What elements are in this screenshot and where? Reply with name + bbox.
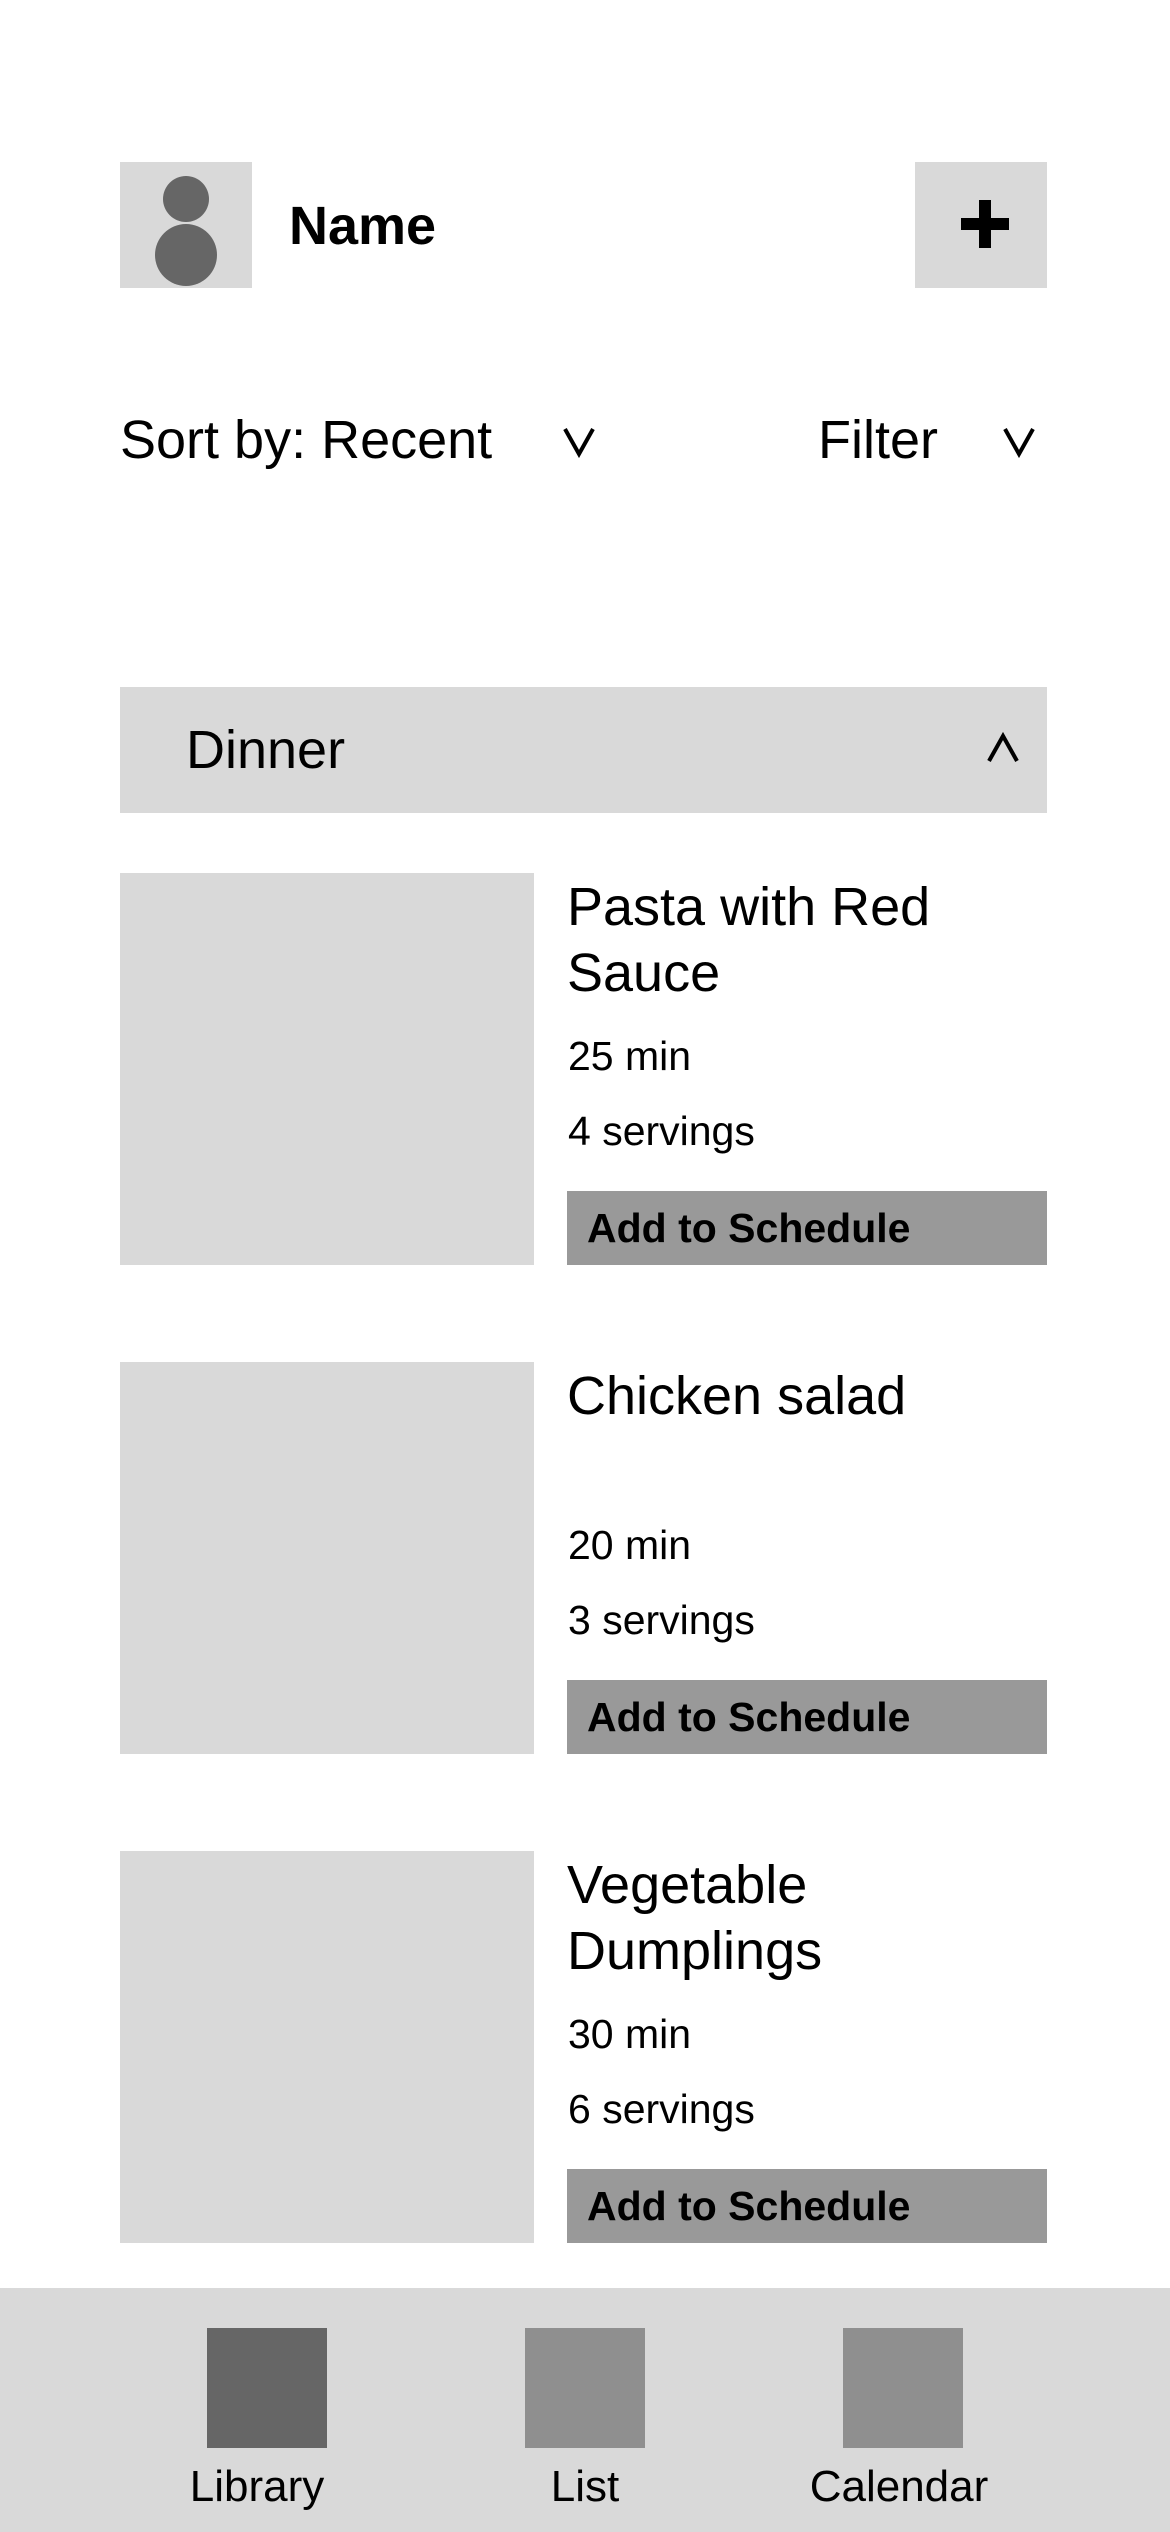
recipe-time: 30 min [568,2011,692,2057]
avatar-head [163,176,209,222]
recipe-image[interactable] [120,873,534,1265]
nav-item-library[interactable]: Library [107,2460,407,2514]
avatar-body [155,224,217,286]
add-recipe-button[interactable] [915,162,1047,288]
add-to-schedule-button[interactable]: Add to Schedule [567,1191,1047,1265]
chevron-down-icon[interactable] [562,424,596,458]
recipe-image[interactable] [120,1362,534,1754]
bottom-nav: Library List Calendar [0,2288,1170,2532]
recipe-time: 20 min [568,1522,692,1568]
calendar-icon[interactable] [843,2328,963,2448]
library-icon[interactable] [207,2328,327,2448]
recipe-title[interactable]: Chicken salad [567,1363,1037,1429]
profile-name: Name [289,196,437,256]
recipe-title[interactable]: Vegetable Dumplings [567,1852,1037,1984]
avatar[interactable] [120,162,252,288]
category-header-dinner[interactable]: Dinner [120,687,1047,813]
recipe-servings: 3 servings [568,1597,755,1643]
add-to-schedule-button[interactable]: Add to Schedule [567,2169,1047,2243]
add-to-schedule-button[interactable]: Add to Schedule [567,1680,1047,1754]
category-label: Dinner [186,720,346,780]
filter-dropdown-label[interactable]: Filter [818,405,938,475]
recipe-servings: 4 servings [568,1108,755,1154]
chevron-down-icon[interactable] [1002,424,1036,458]
nav-item-list[interactable]: List [435,2460,735,2514]
recipe-servings: 6 servings [568,2086,755,2132]
chevron-up-icon[interactable] [986,731,1020,765]
recipe-title[interactable]: Pasta with Red Sauce [567,874,1037,1006]
nav-item-calendar[interactable]: Calendar [749,2460,1049,2514]
list-icon[interactable] [525,2328,645,2448]
sort-dropdown-label[interactable]: Sort by: Recent [120,405,492,475]
recipe-image[interactable] [120,1851,534,2243]
recipe-time: 25 min [568,1033,692,1079]
